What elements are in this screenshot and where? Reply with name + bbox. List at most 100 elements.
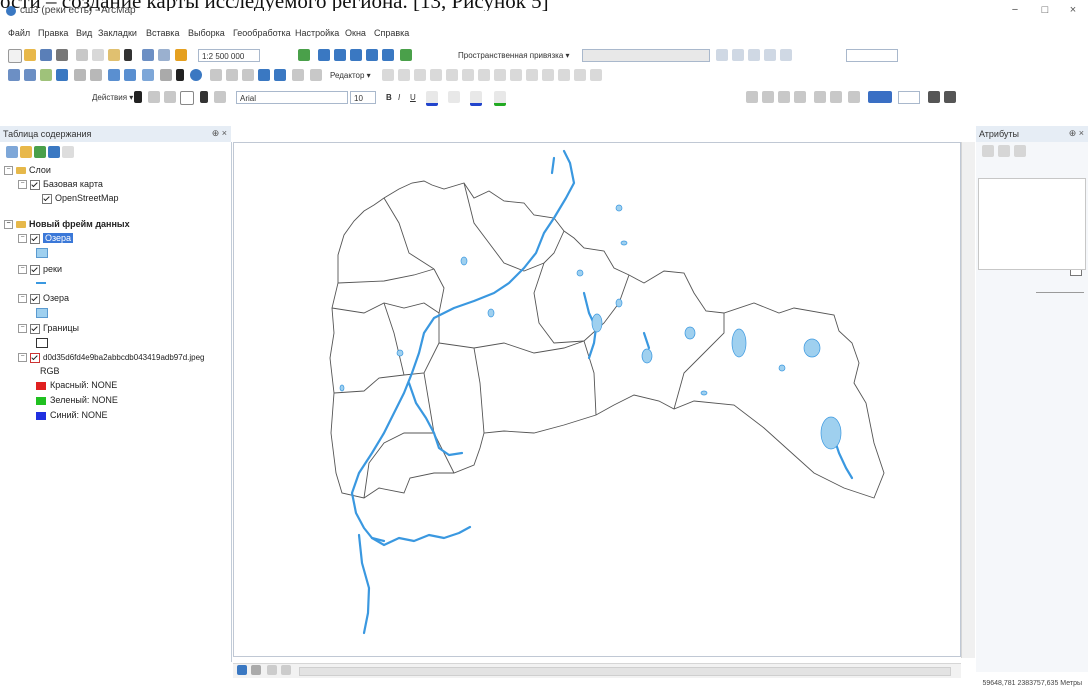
collapse-icon[interactable]: − [18,234,27,244]
edit-vertices-draw-icon[interactable] [214,91,226,103]
menu-view[interactable]: Вид [76,28,92,38]
pause-drawing-icon[interactable] [281,665,291,675]
hyperlink-icon[interactable] [258,69,270,81]
map-horizontal-scrollbar[interactable] [299,667,951,676]
line-color-icon[interactable] [470,91,482,106]
collapse-icon[interactable]: − [4,220,13,230]
collapse-icon[interactable]: − [18,294,27,304]
visibility-checkbox[interactable] [30,233,40,244]
close-button[interactable]: × [1058,0,1088,20]
visibility-checkbox[interactable] [30,293,40,304]
copy-icon[interactable] [92,49,104,61]
bold-button[interactable]: B [386,93,392,102]
html-popup-icon[interactable] [274,69,286,81]
trace-icon[interactable] [446,69,458,81]
zoom-to-selected-elements-icon[interactable] [164,91,176,103]
attributes-categorize-icon[interactable] [998,145,1010,157]
full-extent-icon[interactable] [56,69,68,81]
visibility-checkbox[interactable] [30,264,40,275]
menu-insert[interactable]: Вставка [146,28,179,38]
map-canvas[interactable] [234,143,961,657]
straight-segment-icon[interactable] [414,69,426,81]
lake-symbol-swatch[interactable] [36,308,48,318]
layout-view-toggle-icon[interactable] [251,665,261,675]
zoom-percent-combo[interactable] [898,91,920,104]
drawing-actions-menu[interactable]: Действия ▾ [92,93,133,102]
list-by-visibility-icon[interactable] [34,146,46,158]
redo-icon[interactable] [158,49,170,61]
adjust-option-combo[interactable] [846,49,898,62]
underline-button[interactable]: U [410,93,416,102]
visibility-checkbox[interactable] [42,193,52,204]
attributes-pin-close-button[interactable]: ⊕ × [1069,128,1084,139]
list-by-selection-icon[interactable] [48,146,60,158]
python-window-icon[interactable] [382,49,394,61]
new-text-icon[interactable] [200,91,208,103]
forward-extent-icon[interactable] [124,69,136,81]
time-slider-icon[interactable] [292,69,304,81]
layer-boundaries[interactable]: − Границы [18,323,79,334]
font-size-combo[interactable]: 10 [350,91,376,104]
marker-color-icon[interactable] [494,91,506,106]
new-link-icon[interactable] [732,49,744,61]
layout-pan-icon[interactable] [778,91,790,103]
rotate-icon[interactable] [542,69,554,81]
pan-icon[interactable] [40,69,52,81]
rotate-element-icon[interactable] [148,91,160,103]
multi-link-icon[interactable] [764,49,776,61]
new-document-icon[interactable] [8,49,22,63]
arctoolbox-icon[interactable] [366,49,378,61]
cut-polygons-icon[interactable] [510,69,522,81]
menu-bookmarks[interactable]: Закладки [98,28,137,38]
print-icon[interactable] [56,49,68,61]
map-view[interactable] [233,142,961,657]
font-color-icon[interactable] [426,91,438,106]
table-of-contents-icon[interactable] [318,49,330,61]
menu-help[interactable]: Справка [374,28,409,38]
find-icon[interactable] [210,69,222,81]
attributes-sort-icon[interactable] [982,145,994,157]
spatial-adjustment-layer-combo[interactable] [582,49,710,62]
edit-annotation-icon[interactable] [398,69,410,81]
menu-customize[interactable]: Настройка [295,28,339,38]
layer-basemap[interactable]: − Базовая карта [18,179,103,190]
font-name-combo[interactable]: Arial [236,91,348,104]
lake-symbol-swatch[interactable] [36,248,48,258]
save-icon[interactable] [40,49,52,61]
list-by-source-icon[interactable] [20,146,32,158]
create-viewer-window-icon[interactable] [310,69,322,81]
data-view-icon[interactable] [944,91,956,103]
collapse-icon[interactable]: − [18,265,27,275]
menu-edit[interactable]: Правка [38,28,68,38]
layer-lakes-selected[interactable]: − Озера [18,233,74,244]
layer-group-layers[interactable]: − Слои [4,165,51,176]
visibility-checkbox[interactable] [30,179,40,190]
editor-menu-label[interactable]: Редактор ▾ [330,71,371,80]
attributes-icon[interactable] [558,69,570,81]
reshape-icon[interactable] [494,69,506,81]
refresh-view-icon[interactable] [267,665,277,675]
select-elements-pointer-icon[interactable] [134,91,142,103]
edit-vertices-icon[interactable] [478,69,490,81]
clear-selection-icon[interactable] [160,69,172,81]
toc-options-icon[interactable] [62,146,74,158]
data-frame-new[interactable]: − Новый фрейм данных [4,219,130,230]
model-builder-icon[interactable] [400,49,412,61]
adjust-tool-icon[interactable] [716,49,728,61]
add-data-icon[interactable] [175,49,187,61]
previous-extent-layout-icon[interactable] [848,91,860,103]
layer-color-swatch[interactable] [868,91,892,103]
back-extent-icon[interactable] [108,69,120,81]
zoom-in-icon[interactable] [8,69,20,81]
catalog-window-icon[interactable] [334,49,346,61]
layer-rivers[interactable]: − реки [18,264,62,275]
attributes-feature-list[interactable] [978,178,1086,270]
attributes-splitter[interactable] [1036,292,1084,293]
collapse-icon[interactable]: − [18,353,27,363]
view-link-table-icon[interactable] [780,49,792,61]
editor-toolbar-icon[interactable] [298,49,310,61]
point-icon[interactable] [462,69,474,81]
go-to-xy-icon[interactable] [226,69,238,81]
split-icon[interactable] [526,69,538,81]
river-symbol-line[interactable] [36,282,46,284]
